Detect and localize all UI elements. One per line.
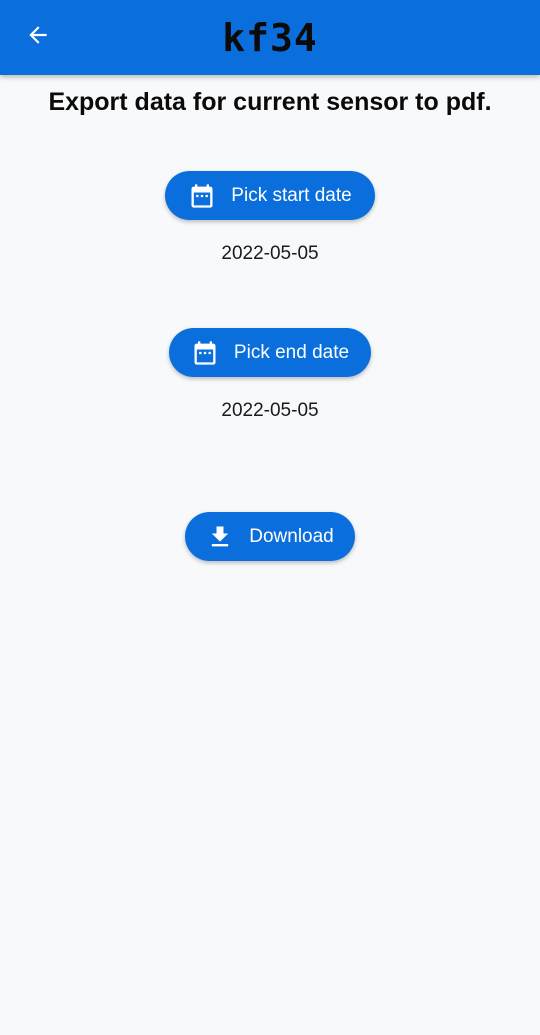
calendar-icon — [188, 182, 216, 210]
calendar-icon — [191, 339, 219, 367]
app-title: kf34 — [222, 16, 318, 60]
start-date-value: 2022-05-05 — [221, 243, 319, 264]
back-button[interactable] — [18, 17, 58, 57]
end-date-value: 2022-05-05 — [221, 400, 319, 421]
page-heading: Export data for current sensor to pdf. — [48, 88, 492, 116]
app-bar: kf34 — [0, 0, 540, 75]
pick-end-date-label: Pick end date — [233, 341, 350, 363]
pick-start-date-button[interactable]: Pick start date — [165, 171, 375, 220]
pick-end-date-button[interactable]: Pick end date — [169, 328, 371, 377]
download-label: Download — [249, 525, 334, 547]
download-button[interactable]: Download — [185, 512, 355, 561]
pick-start-date-label: Pick start date — [231, 184, 352, 206]
download-icon — [206, 523, 234, 551]
arrow-left-icon — [25, 22, 51, 53]
